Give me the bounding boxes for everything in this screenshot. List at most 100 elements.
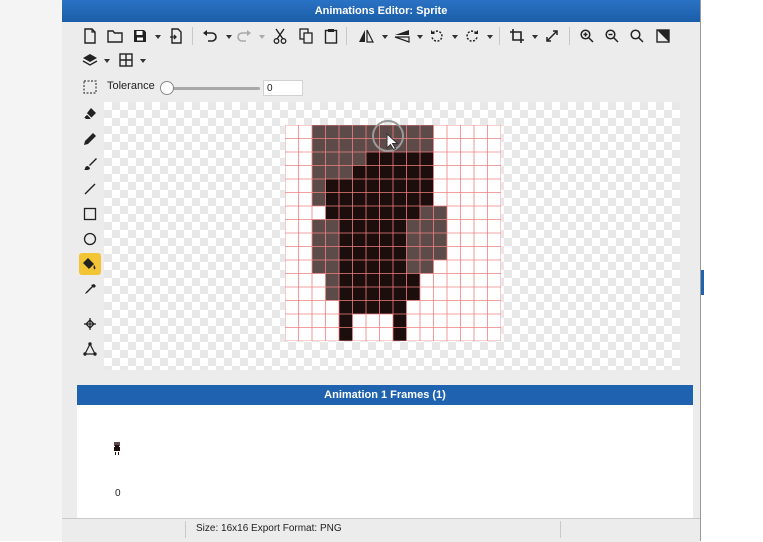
grid-caret[interactable] <box>140 59 146 63</box>
rotate-left-icon[interactable] <box>427 26 447 46</box>
grid-icon[interactable] <box>116 50 136 70</box>
sprite-pixel[interactable] <box>406 260 421 274</box>
sprite-pixel[interactable] <box>352 152 367 166</box>
frame-thumbnail[interactable] <box>113 442 121 456</box>
resize-icon[interactable] <box>542 26 562 46</box>
sprite-pixel[interactable] <box>325 287 340 301</box>
sprite-pixel[interactable] <box>379 192 394 207</box>
sprite-pixel[interactable] <box>312 246 326 261</box>
sprite-pixel[interactable] <box>379 273 394 288</box>
save-icon[interactable] <box>130 26 150 46</box>
eyedropper-icon[interactable] <box>80 280 100 300</box>
rotate-left-caret[interactable] <box>452 35 458 39</box>
sprite-pixel[interactable] <box>406 192 421 207</box>
crop-caret[interactable] <box>532 35 538 39</box>
layers-icon[interactable] <box>80 50 100 70</box>
sprite-pixel[interactable] <box>312 260 326 274</box>
sprite-pixel[interactable] <box>352 138 367 153</box>
sprite-pixel[interactable] <box>406 179 421 193</box>
sprite-pixel[interactable] <box>339 165 353 180</box>
line-icon[interactable] <box>80 179 100 199</box>
sprite-pixel[interactable] <box>379 165 394 180</box>
sprite-pixel[interactable] <box>366 273 380 288</box>
sprite-pixel[interactable] <box>325 273 340 288</box>
sprite-pixel[interactable] <box>379 219 394 234</box>
sprite-pixel[interactable] <box>339 327 353 342</box>
sprite-pixel[interactable] <box>420 246 434 261</box>
sprite-pixel[interactable] <box>312 233 326 247</box>
pencil-icon[interactable] <box>80 129 100 149</box>
sprite-pixel[interactable] <box>393 165 407 180</box>
sprite-pixel[interactable] <box>339 206 353 220</box>
sprite-pixel[interactable] <box>352 192 367 207</box>
sprite-pixel[interactable] <box>325 152 340 166</box>
sprite-pixel[interactable] <box>352 179 367 193</box>
sprite-pixel[interactable] <box>433 233 448 247</box>
sprite-pixel[interactable] <box>379 179 394 193</box>
flip-vertical-caret[interactable] <box>417 35 423 39</box>
sprite-pixel[interactable] <box>352 260 367 274</box>
sprite-pixel[interactable] <box>393 287 407 301</box>
sprite-pixel[interactable] <box>325 233 340 247</box>
sprite-pixel[interactable] <box>366 206 380 220</box>
tolerance-value-field[interactable]: 0 <box>263 80 303 96</box>
sprite-pixel[interactable] <box>339 192 353 207</box>
sprite-pixel[interactable] <box>312 125 326 139</box>
sprite-pixel[interactable] <box>325 192 340 207</box>
sprite-pixel[interactable] <box>393 273 407 288</box>
undo-dropdown-caret[interactable] <box>226 35 232 39</box>
sprite-pixel[interactable] <box>352 165 367 180</box>
sprite-pixel[interactable] <box>366 246 380 261</box>
sprite-pixel[interactable] <box>420 206 434 220</box>
sprite-pixel[interactable] <box>366 192 380 207</box>
sprite-pixel[interactable] <box>379 206 394 220</box>
sprite-pixel[interactable] <box>325 165 340 180</box>
sprite-pixel[interactable] <box>339 260 353 274</box>
sprite-pixel[interactable] <box>393 206 407 220</box>
sprite-pixel[interactable] <box>325 179 340 193</box>
sprite-pixel[interactable] <box>312 219 326 234</box>
sprite-pixel[interactable] <box>420 165 434 180</box>
zoom-out-icon[interactable] <box>602 26 622 46</box>
crop-icon[interactable] <box>507 26 527 46</box>
sprite-pixel[interactable] <box>352 246 367 261</box>
sprite-pixel[interactable] <box>325 219 340 234</box>
sprite-pixel[interactable] <box>325 138 340 153</box>
sprite-pixel[interactable] <box>420 260 434 274</box>
sprite-pixel[interactable] <box>312 152 326 166</box>
sprite-pixel[interactable] <box>393 179 407 193</box>
transform-icon[interactable] <box>80 339 100 359</box>
rotate-right-caret[interactable] <box>487 35 493 39</box>
sprite-pixel[interactable] <box>325 125 340 139</box>
sprite-pixel[interactable] <box>406 165 421 180</box>
zoom-in-icon[interactable] <box>577 26 597 46</box>
sprite-pixel[interactable] <box>339 125 353 139</box>
sprite-pixel[interactable] <box>366 300 380 315</box>
flip-horizontal-icon[interactable] <box>356 26 376 46</box>
redo-dropdown-caret[interactable] <box>259 35 265 39</box>
sprite-pixel[interactable] <box>406 246 421 261</box>
eraser-icon[interactable] <box>80 104 100 124</box>
export-icon[interactable] <box>166 26 186 46</box>
brush-icon[interactable] <box>80 154 100 174</box>
rotate-right-icon[interactable] <box>462 26 482 46</box>
sprite-pixel[interactable] <box>379 287 394 301</box>
sprite-pixel[interactable] <box>379 246 394 261</box>
sprite-pixel[interactable] <box>393 246 407 261</box>
sprite-pixel[interactable] <box>339 273 353 288</box>
sprite-pixel[interactable] <box>339 287 353 301</box>
sprite-pixel[interactable] <box>325 246 340 261</box>
sprite-pixel[interactable] <box>379 300 394 315</box>
sprite-pixel[interactable] <box>366 260 380 274</box>
sprite-pixel[interactable] <box>406 233 421 247</box>
sprite-pixel[interactable] <box>393 192 407 207</box>
save-dropdown-caret[interactable] <box>155 35 161 39</box>
paint-bucket-icon[interactable] <box>80 254 100 274</box>
sprite-pixel[interactable] <box>339 179 353 193</box>
sprite-pixel[interactable] <box>325 206 340 220</box>
sprite-pixel[interactable] <box>339 152 353 166</box>
cut-icon[interactable] <box>270 26 290 46</box>
sprite-pixel[interactable] <box>352 273 367 288</box>
sprite-pixel[interactable] <box>339 233 353 247</box>
sprite-pixel[interactable] <box>366 179 380 193</box>
